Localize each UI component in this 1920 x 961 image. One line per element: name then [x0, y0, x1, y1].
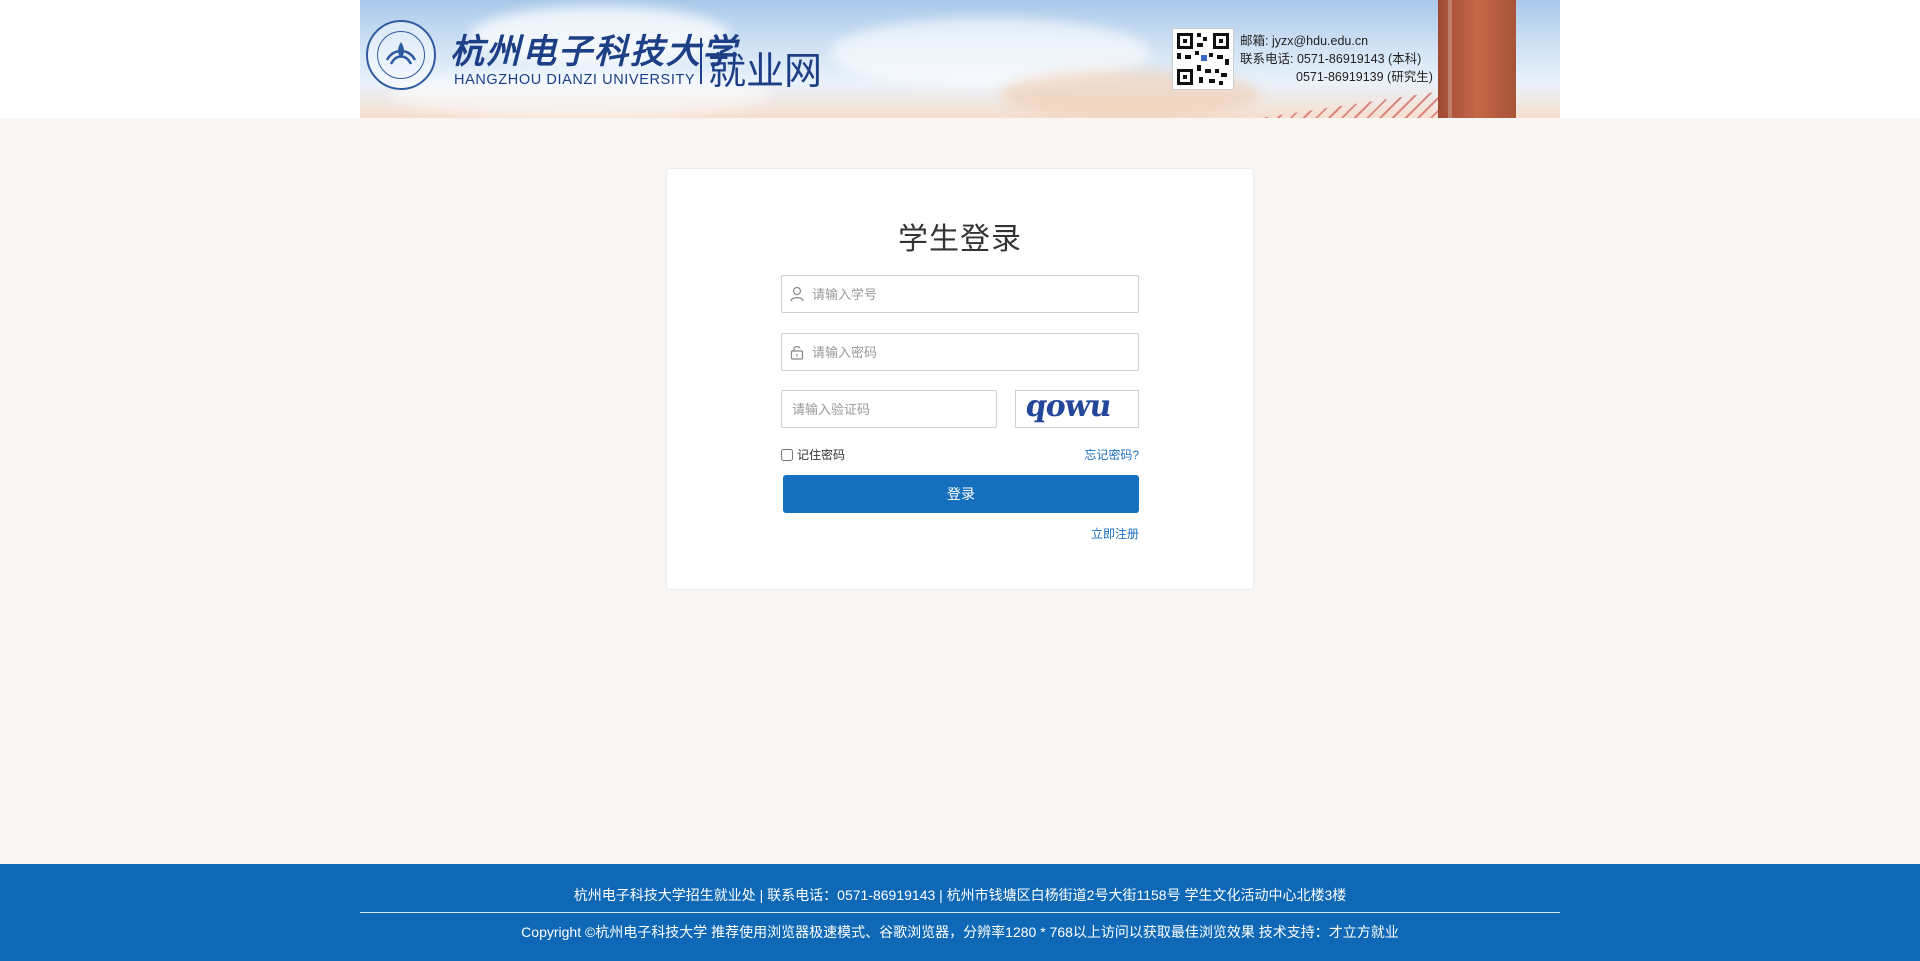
remember-label: 记住密码: [797, 448, 846, 462]
user-icon: [790, 286, 804, 307]
captcha-image[interactable]: qowu: [1015, 390, 1139, 428]
contact-email: 邮箱: jyzx@hdu.edu.cn: [1240, 34, 1369, 48]
banner-tower-decoration: [1438, 0, 1516, 118]
password-input[interactable]: [812, 334, 1132, 370]
university-name-cn: 杭州电子科技大学: [450, 32, 738, 72]
login-card: 学生登录 qowu 记住密码 忘记密码? 登录 立即注册: [666, 168, 1254, 590]
login-button[interactable]: 登录: [783, 475, 1139, 513]
password-field[interactable]: [781, 333, 1139, 371]
contact-phone-undergrad: 联系电话: 0571-86919143 (本科): [1240, 52, 1422, 66]
page-footer: 杭州电子科技大学招生就业处 | 联系电话：0571-86919143 | 杭州市…: [0, 864, 1920, 961]
header-banner: 杭州电子科技大学 HANGZHOU DIANZI UNIVERSITY 就业网 …: [360, 0, 1560, 118]
header-divider: [700, 38, 702, 84]
lock-icon: [790, 344, 804, 365]
username-input[interactable]: [812, 276, 1132, 312]
login-title: 学生登录: [898, 223, 1022, 256]
top-header: 杭州电子科技大学 HANGZHOU DIANZI UNIVERSITY 就业网 …: [0, 0, 1920, 118]
remember-password[interactable]: 记住密码: [781, 446, 845, 463]
forgot-password-link[interactable]: 忘记密码?: [1084, 446, 1139, 463]
register-link[interactable]: 立即注册: [1091, 525, 1139, 542]
contact-info: 邮箱: jyzx@hdu.edu.cn 联系电话: 0571-86919143 …: [1240, 32, 1433, 86]
university-name-en: HANGZHOU DIANZI UNIVERSITY: [454, 72, 696, 88]
captcha-input[interactable]: [792, 391, 988, 427]
contact-phone-graduate: 0571-86919139 (研究生): [1296, 70, 1433, 84]
site-name: 就业网: [708, 51, 823, 93]
qr-code-icon: [1172, 28, 1234, 90]
footer-contact-line: 杭州电子科技大学招生就业处 | 联系电话：0571-86919143 | 杭州市…: [573, 887, 1347, 903]
remember-checkbox[interactable]: [781, 448, 793, 461]
captcha-field[interactable]: [781, 390, 997, 428]
username-field[interactable]: [781, 275, 1139, 313]
university-seal-icon: [366, 20, 436, 90]
footer-divider: [360, 912, 1560, 913]
captcha-text: qowu: [1023, 390, 1114, 424]
footer-copyright-line: Copyright ©杭州电子科技大学 推荐使用浏览器极速模式、谷歌浏览器，分辨…: [521, 924, 1399, 940]
